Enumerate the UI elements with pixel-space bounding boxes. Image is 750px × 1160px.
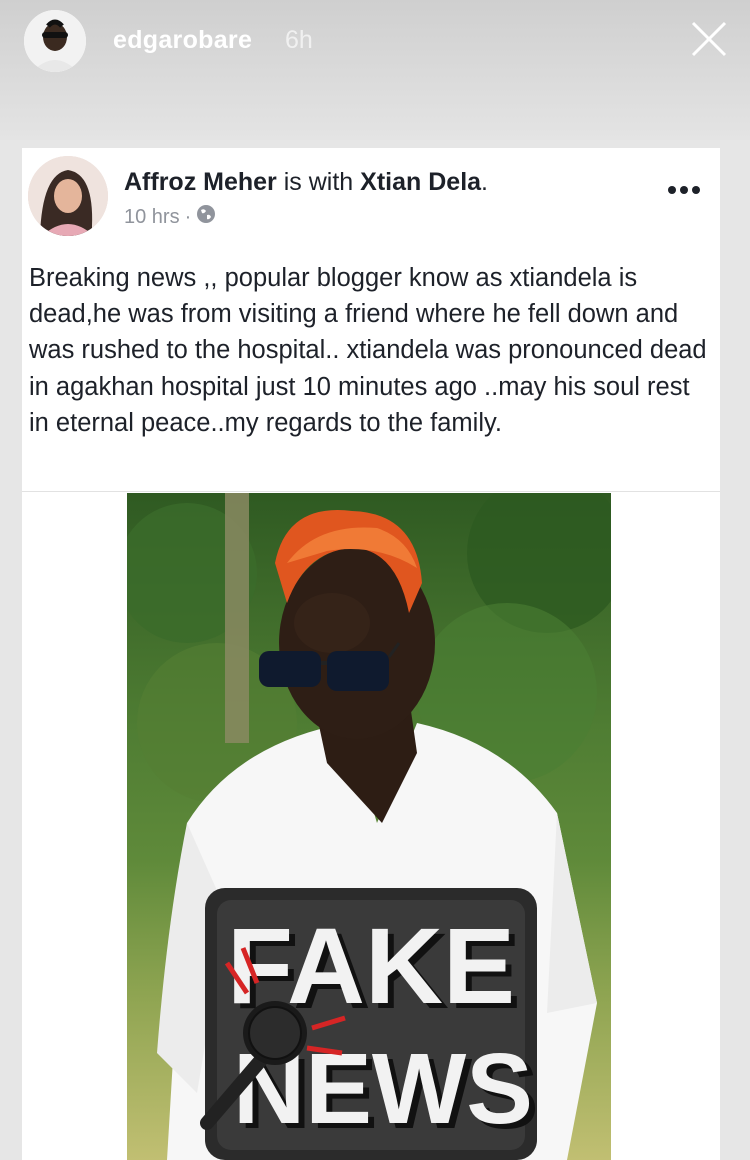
story-username[interactable]: edgarobare — [113, 26, 252, 55]
post-photo[interactable]: FAKE FAKE NEWS NEWS — [127, 493, 611, 1160]
more-icon[interactable] — [664, 176, 704, 206]
story-header — [0, 0, 750, 140]
story-time: 6h — [285, 26, 313, 54]
close-icon[interactable] — [688, 18, 730, 60]
with-text: is with — [283, 168, 354, 196]
divider — [22, 491, 720, 492]
meta-separator: · — [184, 205, 192, 228]
tagged-name[interactable]: Xtian Dela — [360, 168, 481, 196]
story-avatar[interactable] — [24, 10, 86, 72]
author-name[interactable]: Affroz Meher — [124, 168, 277, 196]
post-text: Breaking news ,, popular blogger know as… — [29, 264, 707, 437]
post-card: Affroz Meher is with Xtian Dela. 10 hrs … — [22, 148, 720, 1160]
author-avatar[interactable] — [28, 156, 108, 236]
post-meta: 10 hrs · — [124, 204, 216, 230]
post-time[interactable]: 10 hrs — [124, 206, 180, 229]
post-header: Affroz Meher is with Xtian Dela. — [124, 168, 488, 196]
globe-icon — [196, 204, 216, 230]
